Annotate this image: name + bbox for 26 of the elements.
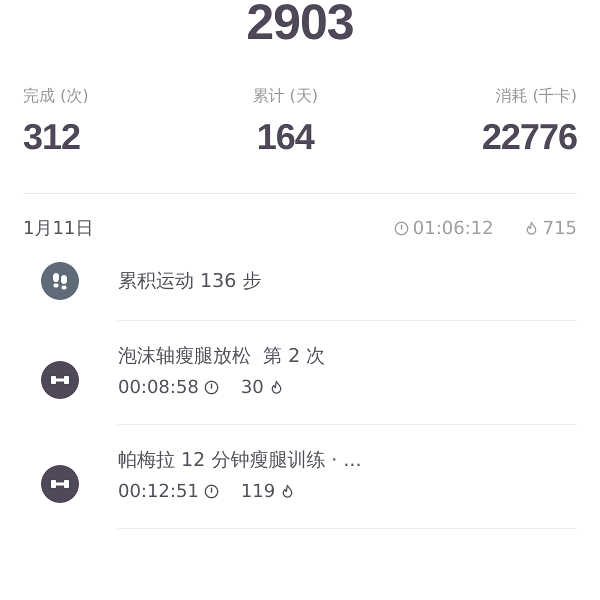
- calories-text: 715: [542, 218, 577, 238]
- dumbbell-icon: [41, 361, 79, 399]
- calories-text: 119: [240, 481, 276, 502]
- activity-title: 累积运动 136 步: [118, 269, 262, 294]
- stat-label: 累计 (天): [252, 86, 318, 107]
- clock-icon: [204, 484, 219, 499]
- stat-value: 164: [256, 119, 314, 155]
- stat-value: 312: [23, 119, 82, 155]
- dumbbell-icon: [41, 465, 79, 503]
- date-label: 1月11日: [23, 217, 94, 240]
- clock-icon: [394, 220, 409, 236]
- stat-label: 完成 (次): [23, 86, 89, 107]
- flame-icon: [268, 380, 284, 395]
- stat-value: 22776: [482, 119, 577, 155]
- flame-icon: [524, 220, 539, 236]
- flame-icon: [280, 484, 296, 499]
- activity-title: 泡沫轴瘦腿放松 第 2 次: [118, 344, 326, 369]
- clock-icon: [204, 380, 219, 395]
- footprints-icon: [41, 262, 79, 300]
- activity-title: 帕梅拉 12 分钟瘦腿训练 · ...: [118, 448, 362, 473]
- duration-text: 00:08:58: [118, 377, 199, 398]
- duration-text: 01:06:12: [412, 218, 494, 238]
- total-count: 2903: [246, 0, 354, 44]
- duration-text: 00:12:51: [118, 481, 199, 502]
- stat-label: 消耗 (千卡): [495, 86, 577, 107]
- calories-text: 30: [240, 377, 264, 398]
